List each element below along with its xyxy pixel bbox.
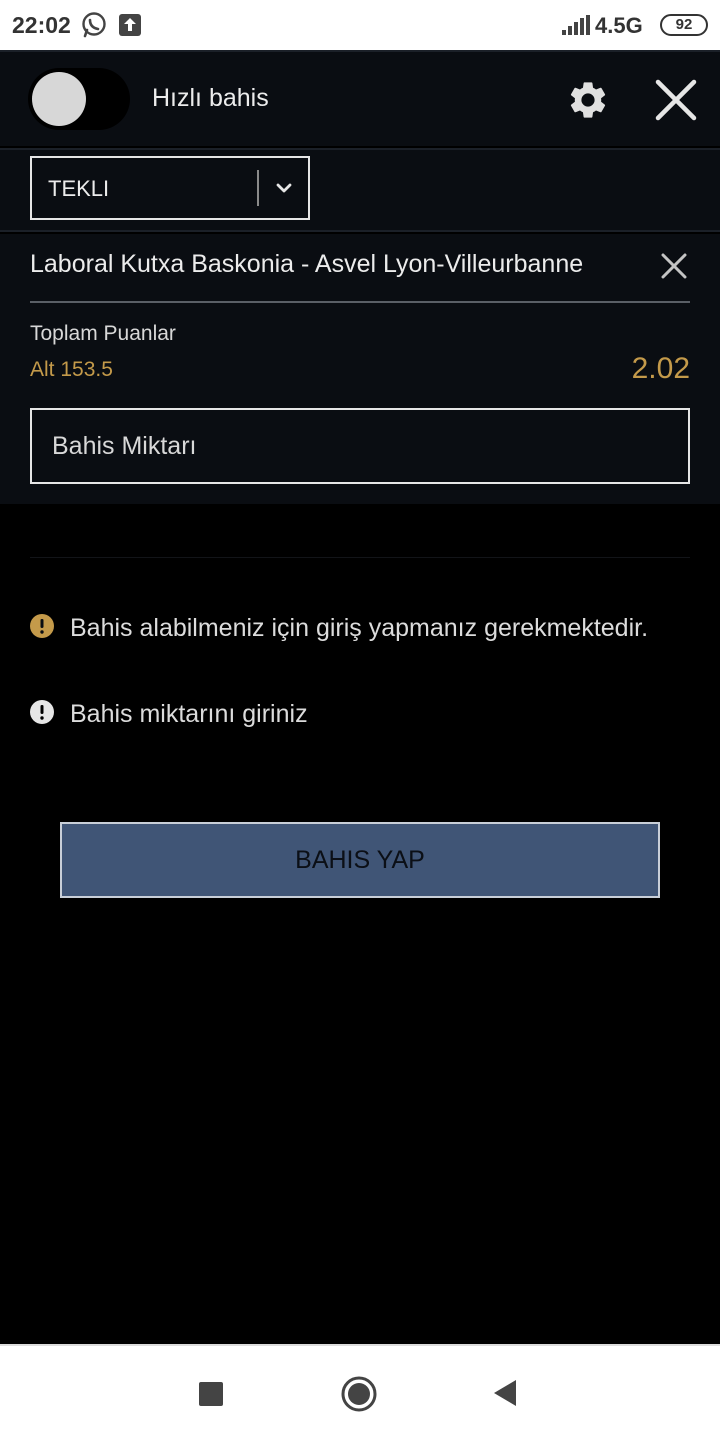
upload-icon: [119, 14, 141, 36]
stake-placeholder: Bahis Miktarı: [52, 432, 197, 460]
message-text: Bahis miktarını giriniz: [70, 700, 308, 728]
status-bar: 22:02 4.5G 92: [0, 0, 720, 50]
quick-bet-toggle[interactable]: [28, 68, 130, 130]
stake-input[interactable]: Bahis Miktarı: [30, 408, 690, 484]
odds-value: 2.02: [631, 352, 690, 385]
bet-type-row: TEKLI: [0, 148, 720, 232]
match-title: Laboral Kutxa Baskonia - Asvel Lyon-Vill…: [30, 250, 584, 278]
betslip-header: Hızlı bahis: [0, 50, 720, 146]
selection-card: Laboral Kutxa Baskonia - Asvel Lyon-Vill…: [0, 234, 720, 504]
section-divider: [30, 557, 690, 558]
home-icon[interactable]: [341, 1376, 377, 1412]
bet-type-value: TEKLI: [48, 176, 110, 201]
whatsapp-icon: [82, 12, 106, 38]
network-type: 4.5G: [595, 13, 643, 38]
toggle-knob: [32, 72, 86, 126]
bet-type-select[interactable]: TEKLI: [30, 156, 310, 220]
recents-icon[interactable]: [199, 1382, 223, 1406]
card-divider: [30, 301, 690, 303]
signal-icon: [562, 15, 590, 35]
remove-selection-icon[interactable]: [660, 252, 688, 280]
info-exclamation-icon: [30, 700, 54, 724]
gear-icon[interactable]: [566, 78, 610, 122]
battery-icon: 92: [660, 14, 708, 36]
message-text: Bahis alabilmeniz için giriş yapmanız ge…: [70, 614, 649, 642]
quick-bet-label: Hızlı bahis: [152, 84, 269, 112]
market-name: Toplam Puanlar: [30, 322, 176, 345]
navigation-bar: [0, 1344, 720, 1440]
place-bet-button[interactable]: BAHIS YAP: [60, 822, 660, 898]
back-icon[interactable]: [492, 1378, 518, 1408]
selection-pick: Alt 153.5: [30, 358, 113, 381]
warning-icon: [30, 614, 54, 638]
chevron-down-icon: [276, 183, 292, 193]
status-time: 22:02: [12, 12, 71, 38]
close-icon[interactable]: [652, 76, 700, 124]
select-divider: [257, 170, 259, 206]
